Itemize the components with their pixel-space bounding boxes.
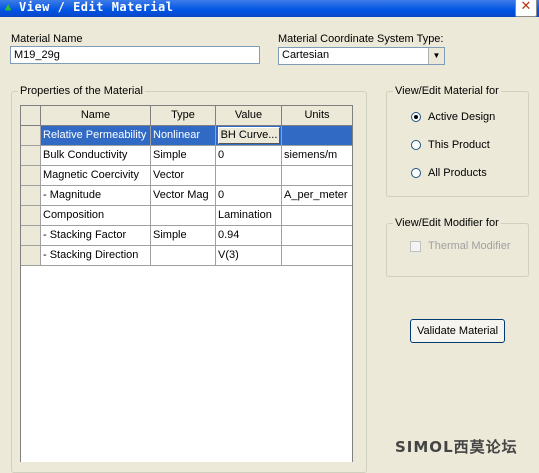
row-selector[interactable] [21,206,41,226]
property-value[interactable]: 0 [216,146,282,166]
property-type[interactable]: Vector [151,166,216,186]
table-row[interactable]: Magnetic Coercivity Vector [21,166,352,186]
property-units[interactable]: A_per_meter [282,186,352,206]
active-design-radio[interactable] [411,112,421,122]
property-units[interactable] [282,126,352,146]
coordinate-system-value: Cartesian [282,49,330,61]
watermark-logo: SIMOL西莫论坛 [395,438,518,456]
all-products-radio[interactable] [411,168,421,178]
property-value[interactable]: 0.94 [216,226,282,246]
all-products-label[interactable]: All Products [428,167,487,179]
property-type[interactable]: Simple [151,226,216,246]
column-header-type[interactable]: Type [151,106,216,126]
property-units[interactable]: siemens/m [282,146,352,166]
thermal-modifier-label: Thermal Modifier [428,240,511,252]
column-header-units[interactable]: Units [282,106,352,126]
close-button[interactable]: ✕ [515,0,537,17]
property-value[interactable]: BH Curve... [216,126,282,146]
title-bar: ▲ View / Edit Material ✕ [0,0,539,17]
column-header-name[interactable]: Name [41,106,151,126]
row-selector[interactable] [21,246,41,266]
row-selector[interactable] [21,126,41,146]
property-name[interactable]: Magnetic Coercivity [41,166,151,186]
active-design-label[interactable]: Active Design [428,111,495,123]
header-corner [21,106,41,126]
row-selector[interactable] [21,186,41,206]
property-units[interactable] [282,166,352,186]
view-edit-material-label: View/Edit Material for [393,85,501,97]
material-name-label: Material Name [11,33,83,45]
row-selector[interactable] [21,226,41,246]
table-row[interactable]: Bulk Conductivity Simple 0 siemens/m [21,146,352,166]
property-type[interactable]: Nonlinear [151,126,216,146]
property-value[interactable]: Lamination [216,206,282,226]
property-value[interactable]: 0 [216,186,282,206]
table-row[interactable]: - Stacking Factor Simple 0.94 [21,226,352,246]
property-type[interactable]: Simple [151,146,216,166]
column-header-value[interactable]: Value [216,106,282,126]
property-name[interactable]: - Stacking Direction [41,246,151,266]
property-type[interactable] [151,246,216,266]
coordinate-system-label: Material Coordinate System Type: [278,33,444,45]
view-edit-modifier-label: View/Edit Modifier for [393,217,501,229]
thermal-modifier-checkbox[interactable] [410,241,421,252]
this-product-label[interactable]: This Product [428,139,490,151]
property-type[interactable] [151,206,216,226]
coordinate-system-select[interactable]: Cartesian ▼ [278,47,445,65]
property-name[interactable]: Bulk Conductivity [41,146,151,166]
table-row[interactable]: - Magnitude Vector Mag 0 A_per_meter [21,186,352,206]
table-row[interactable]: - Stacking Direction V(3) [21,246,352,266]
properties-table: Name Type Value Units Relative Permeabil… [20,105,353,462]
window-title: View / Edit Material [19,0,174,14]
property-units[interactable] [282,246,352,266]
properties-group-label: Properties of the Material [18,85,145,97]
bh-curve-button[interactable]: BH Curve... [218,127,280,144]
material-name-input[interactable]: M19_29g [10,46,260,64]
property-name[interactable]: - Magnitude [41,186,151,206]
property-units[interactable] [282,206,352,226]
property-type[interactable]: Vector Mag [151,186,216,206]
app-logo-icon: ▲ [4,0,12,13]
property-name[interactable]: Relative Permeability [41,126,151,146]
row-selector[interactable] [21,146,41,166]
this-product-radio[interactable] [411,140,421,150]
property-name[interactable]: - Stacking Factor [41,226,151,246]
row-selector[interactable] [21,166,41,186]
table-header: Name Type Value Units [21,106,352,126]
property-value[interactable]: V(3) [216,246,282,266]
property-units[interactable] [282,226,352,246]
validate-material-button[interactable]: Validate Material [410,319,505,343]
chevron-down-icon[interactable]: ▼ [428,48,444,64]
property-name[interactable]: Composition [41,206,151,226]
table-row[interactable]: Composition Lamination [21,206,352,226]
table-row[interactable]: Relative Permeability Nonlinear BH Curve… [21,126,352,146]
property-value[interactable] [216,166,282,186]
